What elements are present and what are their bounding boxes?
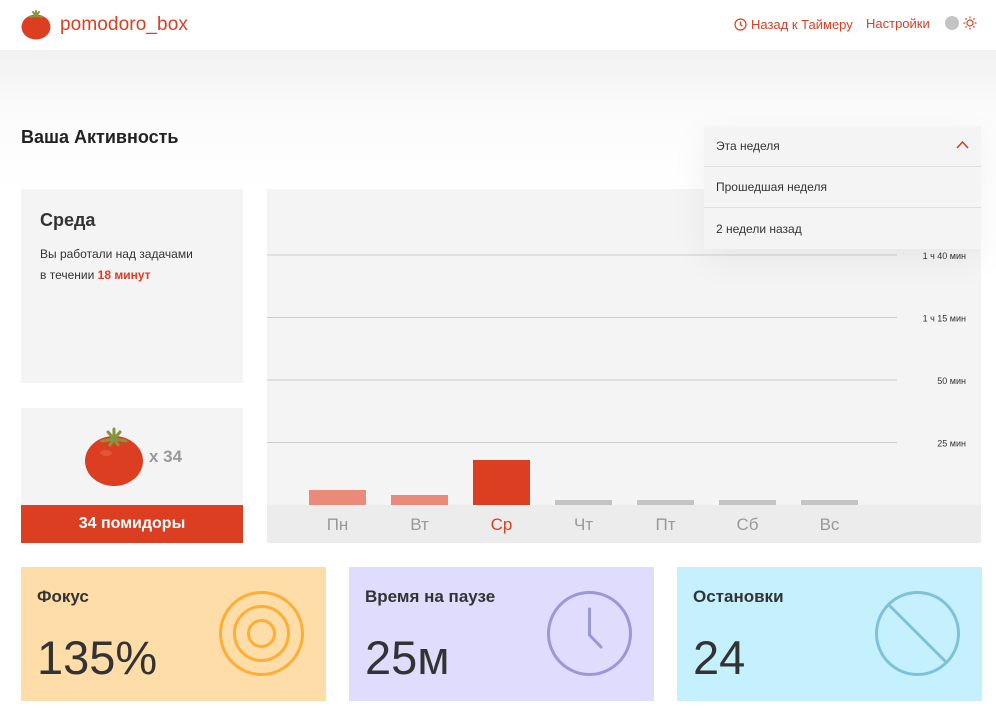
stops-title: Остановки xyxy=(693,587,784,606)
toggle-knob xyxy=(945,16,959,30)
day-summary-line1: Вы работали над задачами xyxy=(40,247,193,261)
x-axis-strip xyxy=(267,505,981,543)
y-tick-label: 25 мин xyxy=(937,439,966,449)
bar-4[interactable] xyxy=(637,500,694,505)
page-title: Ваша Активность xyxy=(21,127,179,147)
bar-6[interactable] xyxy=(801,500,858,505)
x-tick-label[interactable]: Ср xyxy=(491,515,513,534)
tomato-logo-icon[interactable] xyxy=(21,8,51,40)
focus-title: Фокус xyxy=(37,587,89,606)
x-tick-label[interactable]: Сб xyxy=(736,515,758,534)
x-tick-label[interactable]: Пн xyxy=(327,515,349,534)
day-summary-line2: в течении 18 минут xyxy=(40,265,230,286)
stops-value: 24 xyxy=(693,631,746,684)
tomato-total-label: 34 помидоры xyxy=(21,505,243,543)
clock-icon xyxy=(547,591,632,676)
day-name: Среда xyxy=(40,210,96,230)
tomato-multiplier: x 34 xyxy=(149,447,183,466)
focus-stat-card: Фокус 135% xyxy=(21,567,326,701)
bar-2[interactable] xyxy=(473,460,530,505)
stop-icon xyxy=(875,591,960,676)
x-tick-label[interactable]: Чт xyxy=(574,515,593,534)
tomato-icon xyxy=(85,427,143,486)
period-option-two-weeks-ago[interactable]: 2 недели назад xyxy=(704,208,981,249)
target-icon xyxy=(219,591,304,676)
day-summary-prefix: в течении xyxy=(40,268,95,282)
y-tick-label: 50 мин xyxy=(937,376,966,386)
bar-1[interactable] xyxy=(391,495,448,505)
day-summary-card: Среда Вы работали над задачами в течении… xyxy=(21,189,243,383)
pause-value: 25м xyxy=(365,631,450,684)
y-tick-label: 1 ч 40 мин xyxy=(923,251,966,261)
tomato-count-card: x 34 34 помидоры xyxy=(21,408,243,543)
focus-value: 135% xyxy=(37,631,158,684)
x-tick-label[interactable]: Вт xyxy=(410,515,429,534)
work-duration: 18 минут xyxy=(97,268,151,282)
back-to-timer-label: Назад к Таймеру xyxy=(751,16,853,32)
bar-5[interactable] xyxy=(719,500,776,505)
period-option-last-week[interactable]: Прошедшая неделя xyxy=(704,167,981,208)
settings-link[interactable]: Настройки xyxy=(866,16,930,31)
period-selected-label: Эта неделя xyxy=(716,139,780,153)
period-option-selected[interactable]: Эта неделя xyxy=(704,126,981,167)
pause-title: Время на паузе xyxy=(365,587,496,606)
clock-small-icon xyxy=(734,17,747,31)
pause-stat-card: Время на паузе 25м xyxy=(349,567,654,701)
x-tick-label[interactable]: Вс xyxy=(820,515,840,534)
day-summary-text: Вы работали над задачами в течении 18 ми… xyxy=(40,244,230,286)
sun-icon xyxy=(963,16,977,30)
y-tick-label: 1 ч 15 мин xyxy=(923,314,966,324)
period-dropdown[interactable]: Эта неделя Прошедшая неделя 2 недели наз… xyxy=(704,126,981,249)
chevron-up-icon xyxy=(956,140,969,149)
back-to-timer-link[interactable]: Назад к Таймеру xyxy=(734,16,853,32)
x-tick-label[interactable]: Пт xyxy=(655,515,675,534)
bar-3[interactable] xyxy=(555,500,612,505)
header: pomodoro_box Назад к Таймеру Настройки xyxy=(0,0,996,50)
bar-0[interactable] xyxy=(309,490,366,505)
theme-toggle[interactable] xyxy=(945,16,977,30)
logo-text[interactable]: pomodoro_box xyxy=(60,14,188,36)
stops-stat-card: Остановки 24 xyxy=(677,567,982,701)
